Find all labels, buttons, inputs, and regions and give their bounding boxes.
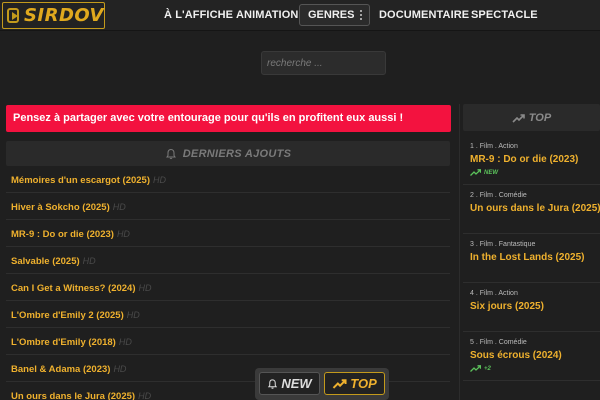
- latest-additions-title: DERNIERS AJOUTS: [182, 147, 292, 160]
- list-item[interactable]: L'Ombre d'Emily 2 (2025) HD: [6, 301, 450, 328]
- share-alert-banner: Pensez à partager avec votre entourage p…: [6, 105, 451, 132]
- list-item[interactable]: Salvable (2025) HD: [6, 247, 450, 274]
- top-item[interactable]: 3 . Film . Fantastique In the Lost Lands…: [463, 234, 600, 283]
- bell-icon: [165, 148, 176, 159]
- list-item[interactable]: Hiver à Sokcho (2025) HD: [6, 193, 450, 220]
- search-input[interactable]: [261, 51, 386, 75]
- top-item-meta: 1 . Film . Action: [470, 143, 518, 150]
- list-item[interactable]: Can I Get a Witness? (2024) HD: [6, 274, 450, 301]
- site-header: SIRDOV À L'AFFICHE ANIMATION GENRES DOCU…: [0, 0, 600, 31]
- top-button[interactable]: TOP: [324, 372, 385, 395]
- bell-icon: [268, 378, 278, 389]
- top-item-title[interactable]: Un ours dans le Jura (2025): [470, 203, 600, 214]
- hd-badge: HD: [82, 256, 96, 266]
- top-list: 1 . Film . Action MR-9 : Do or die (2023…: [463, 136, 600, 381]
- movie-title[interactable]: MR-9 : Do or die (2023): [11, 229, 114, 240]
- trend-label: NEW: [484, 169, 498, 176]
- nav-genres-dropdown[interactable]: GENRES: [299, 4, 370, 26]
- trending-up-icon: [512, 113, 525, 123]
- list-item[interactable]: L'Ombre d'Emily (2018) HD: [6, 328, 450, 355]
- list-item[interactable]: MR-9 : Do or die (2023) HD: [6, 220, 450, 247]
- top-item-meta: 2 . Film . Comédie: [470, 192, 527, 199]
- nav-documentaire[interactable]: DOCUMENTAIRE: [379, 9, 469, 21]
- new-button-label: NEW: [281, 376, 312, 391]
- trend-label: +2: [484, 365, 491, 372]
- kebab-menu-icon: [360, 10, 363, 22]
- list-item[interactable]: Mémoires d'un escargot (2025) HD: [6, 166, 450, 193]
- trending-up-icon: [470, 365, 481, 372]
- site-logo[interactable]: SIRDOV: [2, 2, 105, 29]
- trending-up-icon: [332, 379, 347, 389]
- nav-affiche[interactable]: À L'AFFICHE: [164, 9, 233, 21]
- top-title: TOP: [528, 111, 552, 124]
- hd-badge: HD: [138, 391, 152, 400]
- movie-title[interactable]: Salvable (2025): [11, 256, 80, 267]
- movie-title[interactable]: Un ours dans le Jura (2025): [11, 391, 135, 400]
- nav-genres-label: GENRES: [308, 9, 355, 21]
- new-button[interactable]: NEW: [259, 372, 320, 395]
- movie-title[interactable]: L'Ombre d'Emily 2 (2025): [11, 310, 124, 321]
- top-item-title[interactable]: Sous écrous (2024): [470, 350, 600, 361]
- play-logo-icon: [7, 8, 19, 23]
- hd-badge: HD: [116, 229, 130, 239]
- trending-up-icon: [470, 169, 481, 176]
- hd-badge: HD: [138, 283, 152, 293]
- nav-animation[interactable]: ANIMATION: [236, 9, 298, 21]
- hd-badge: HD: [126, 310, 140, 320]
- hd-badge: HD: [118, 337, 132, 347]
- nav-spectacle[interactable]: SPECTACLE: [471, 9, 538, 21]
- top-item-title[interactable]: Six jours (2025): [470, 301, 600, 312]
- top-item-trend: NEW: [470, 169, 600, 176]
- top-item-title[interactable]: MR-9 : Do or die (2023): [470, 154, 600, 165]
- top-button-label: TOP: [350, 376, 377, 391]
- top-item-meta: 4 . Film . Action: [470, 290, 518, 297]
- movie-title[interactable]: Can I Get a Witness? (2024): [11, 283, 136, 294]
- latest-additions-header: DERNIERS AJOUTS: [6, 141, 450, 166]
- top-item[interactable]: 1 . Film . Action MR-9 : Do or die (2023…: [463, 136, 600, 185]
- movie-title[interactable]: Hiver à Sokcho (2025): [11, 202, 110, 213]
- hd-badge: HD: [113, 364, 127, 374]
- top-header: TOP: [463, 104, 600, 131]
- top-item-meta: 3 . Film . Fantastique: [470, 241, 536, 248]
- top-item-title[interactable]: In the Lost Lands (2025): [470, 252, 600, 263]
- top-item[interactable]: 4 . Film . Action Six jours (2025): [463, 283, 600, 332]
- top-item[interactable]: 2 . Film . Comédie Un ours dans le Jura …: [463, 185, 600, 234]
- hd-badge: HD: [112, 202, 126, 212]
- movie-title[interactable]: Banel & Adama (2023): [11, 364, 110, 375]
- logo-text: SIRDOV: [23, 5, 104, 26]
- movie-title[interactable]: Mémoires d'un escargot (2025): [11, 175, 150, 186]
- top-item-meta: 5 . Film . Comédie: [470, 339, 527, 346]
- top-item[interactable]: 5 . Film . Comédie Sous écrous (2024) +2: [463, 332, 600, 381]
- latest-additions-list: Mémoires d'un escargot (2025) HD Hiver à …: [6, 166, 450, 400]
- sidebar-divider: [459, 104, 460, 400]
- top-item-trend: +2: [470, 365, 600, 372]
- hd-badge: HD: [153, 175, 166, 185]
- floating-toggle-bar: NEW TOP: [255, 368, 389, 400]
- movie-title[interactable]: L'Ombre d'Emily (2018): [11, 337, 116, 348]
